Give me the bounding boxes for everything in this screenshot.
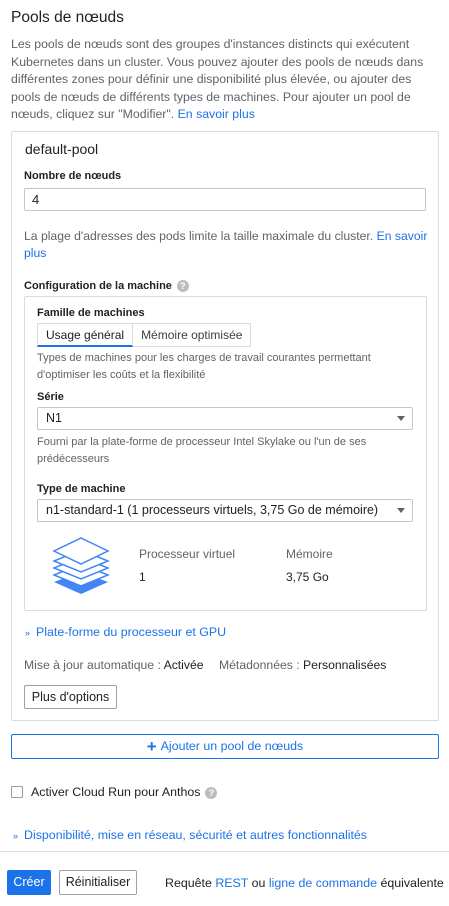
help-icon[interactable]: ? xyxy=(176,280,189,293)
add-node-pool-button[interactable]: + Ajouter un pool de nœuds xyxy=(11,734,439,759)
chevron-down-icon xyxy=(397,416,405,421)
machine-type-label: Type de machine xyxy=(37,483,126,495)
reset-button[interactable]: Réinitialiser xyxy=(59,870,137,895)
machine-config-panel: Famille de machines Usage général Mémoir… xyxy=(24,296,427,611)
memory-value: 3,75 Go xyxy=(286,570,329,584)
cloud-run-label: Activer Cloud Run pour Anthos? xyxy=(31,785,218,799)
more-options-button[interactable]: Plus d'options xyxy=(24,685,117,709)
plus-icon: + xyxy=(146,736,157,756)
auto-upgrade-status: Mise à jour automatique : Activée xyxy=(24,658,204,672)
series-description: Fourni par la plate-forme de processeur … xyxy=(37,436,367,465)
vcpu-value: 1 xyxy=(139,570,146,584)
family-memory-optimized-button[interactable]: Mémoire optimisée xyxy=(133,323,252,347)
series-select[interactable]: N1 xyxy=(37,407,413,430)
node-pool-card: default-pool Nombre de nœuds 4 La plage … xyxy=(11,131,439,721)
series-label: Série xyxy=(37,391,64,403)
node-count-input[interactable]: 4 xyxy=(24,188,426,211)
command-line-link[interactable]: ligne de commande xyxy=(269,876,377,890)
stack-icon xyxy=(52,537,110,594)
footer-divider xyxy=(0,851,449,852)
vcpu-label: Processeur virtuel xyxy=(139,547,236,561)
machine-family-toggle: Usage général Mémoire optimisée xyxy=(37,323,252,347)
memory-label: Mémoire xyxy=(286,547,333,561)
machine-type-select[interactable]: n1-standard-1 (1 processeurs virtuels, 3… xyxy=(37,499,413,522)
pod-range-note: La plage d'adresses des pods limite la t… xyxy=(24,229,428,260)
section-title: Pools de nœuds xyxy=(11,9,124,26)
section-intro: Les pools de nœuds sont des groupes d'in… xyxy=(11,37,424,121)
family-general-purpose-button[interactable]: Usage général xyxy=(37,323,134,347)
pool-name: default-pool xyxy=(25,141,99,157)
double-chevron-down-icon: » xyxy=(25,627,31,638)
cloud-run-checkbox[interactable] xyxy=(11,786,23,798)
machine-config-label: Configuration de la machine? xyxy=(24,280,189,293)
help-icon[interactable]: ? xyxy=(205,786,218,799)
chevron-down-icon xyxy=(397,508,405,513)
learn-more-link[interactable]: En savoir plus xyxy=(178,107,255,121)
node-count-label: Nombre de nœuds xyxy=(24,170,122,182)
create-button[interactable]: Créer xyxy=(7,870,51,895)
equivalent-request: Requête REST ou ligne de commande équiva… xyxy=(165,876,444,890)
double-chevron-down-icon: » xyxy=(13,830,19,841)
machine-family-label: Famille de machines xyxy=(37,307,145,319)
availability-expander[interactable]: » Disponibilité, mise en réseau, sécurité… xyxy=(13,828,367,842)
family-description: Types de machines pour les charges de tr… xyxy=(37,352,371,381)
metadata-status: Métadonnées : Personnalisées xyxy=(219,658,387,672)
cpu-platform-expander[interactable]: » Plate-forme du processeur et GPU xyxy=(25,625,226,639)
rest-link[interactable]: REST xyxy=(215,876,248,890)
